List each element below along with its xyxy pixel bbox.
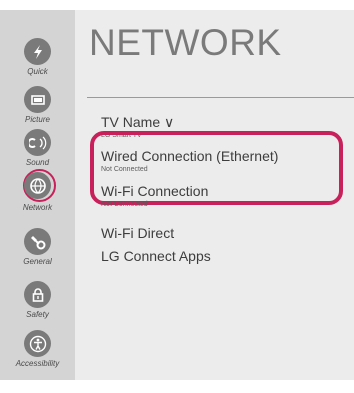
sidebar-item-label: Quick [27,67,48,76]
picture-icon [24,86,51,113]
menu-item-wifi-direct[interactable]: Wi-Fi Direct [101,225,174,241]
sidebar: Quick Picture Sound Network General Safe… [0,10,75,380]
network-icon [24,172,51,199]
sidebar-item-label: Sound [25,158,50,167]
sidebar-item-sound[interactable]: Sound [0,129,75,167]
sidebar-item-safety[interactable]: Safety [0,281,75,319]
page-title: NETWORK [89,22,282,63]
connection-status: Not Connected [101,201,148,208]
title-divider [87,97,354,98]
lock-icon [24,281,51,308]
sidebar-item-accessibility[interactable]: Accessibility [0,330,75,368]
menu-item-label: LG Connect Apps [101,248,211,264]
menu-item-label: TV Name ∨ [101,114,175,130]
accessibility-icon [24,330,51,357]
menu-item-label: Wi-Fi Connection [101,183,209,199]
sidebar-item-quick[interactable]: Quick [0,38,75,76]
sidebar-item-label: Picture [25,115,50,124]
menu-item-lg-connect-apps[interactable]: LG Connect Apps [101,248,211,264]
menu-item-label: Wi-Fi Direct [101,225,175,241]
connection-status: Not Connected [101,166,148,173]
menu-item-wired-connection[interactable]: Wired Connection (Ethernet) Not Connecte… [101,148,278,174]
main-panel: NETWORK TV Name ∨ LG Smart TV Wired Conn… [75,10,354,380]
sidebar-item-network[interactable]: Network [0,172,75,212]
sidebar-item-label: Safety [26,310,49,319]
sidebar-item-label: General [23,257,52,266]
sidebar-item-picture[interactable]: Picture [0,86,75,124]
settings-screen: Quick Picture Sound Network General Safe… [0,0,354,393]
quick-icon [24,38,51,65]
menu-item-label: Wired Connection (Ethernet) [101,148,279,164]
sidebar-item-label: Network [22,203,53,212]
sound-icon [24,129,51,156]
sidebar-item-label: Accessibility [15,359,60,368]
sidebar-item-general[interactable]: General [0,228,75,266]
menu-item-wifi-connection[interactable]: Wi-Fi Connection Not Connected [101,183,208,209]
general-icon [24,228,51,255]
